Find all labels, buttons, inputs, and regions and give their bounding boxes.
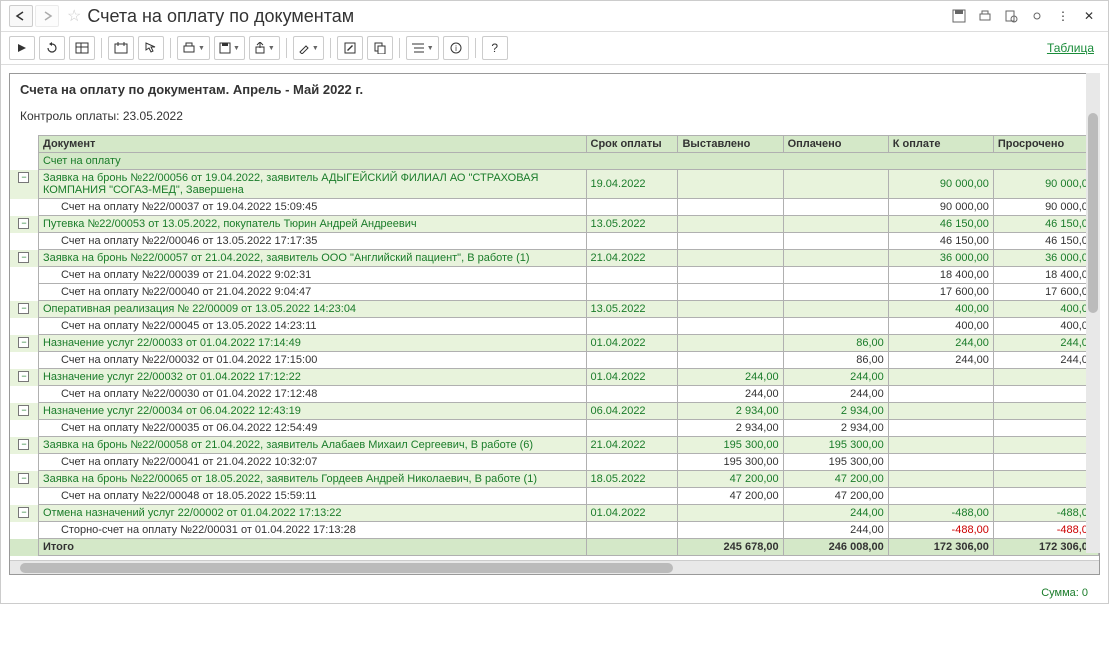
doc-cell: Заявка на бронь №22/00065 от 18.05.2022,… bbox=[38, 471, 586, 488]
table-row[interactable]: −Заявка на бронь №22/00058 от 21.04.2022… bbox=[10, 437, 1099, 454]
doc-cell: Счет на оплату №22/00032 от 01.04.2022 1… bbox=[38, 352, 586, 369]
table-row[interactable]: Счет на оплату №22/00039 от 21.04.2022 9… bbox=[10, 267, 1099, 284]
table-row[interactable]: −Заявка на бронь №22/00056 от 19.04.2022… bbox=[10, 170, 1099, 199]
table-row[interactable]: −Назначение услуг 22/00033 от 01.04.2022… bbox=[10, 335, 1099, 352]
doc-cell: Счет на оплату №22/00035 от 06.04.2022 1… bbox=[38, 420, 586, 437]
forward-button[interactable] bbox=[35, 5, 59, 27]
doc-cell: Сторно-счет на оплату №22/00031 от 01.04… bbox=[38, 522, 586, 539]
table-row[interactable]: Счет на оплату №22/00046 от 13.05.2022 1… bbox=[10, 233, 1099, 250]
group-button[interactable]: ▼ bbox=[406, 36, 439, 60]
total-overdue: 172 306,00 bbox=[993, 539, 1098, 556]
table-row[interactable]: Сторно-счет на оплату №22/00031 от 01.04… bbox=[10, 522, 1099, 539]
copy-button[interactable] bbox=[367, 36, 393, 60]
doc-cell: Назначение услуг 22/00033 от 01.04.2022 … bbox=[38, 335, 586, 352]
doc-cell: Счет на оплату №22/00041 от 21.04.2022 1… bbox=[38, 454, 586, 471]
settings-button[interactable] bbox=[69, 36, 95, 60]
total-label: Итого bbox=[38, 539, 586, 556]
table-row[interactable]: −Отмена назначений услуг 22/00002 от 01.… bbox=[10, 505, 1099, 522]
report-subtitle: Контроль оплаты: 23.05.2022 bbox=[20, 109, 1089, 123]
page-title: Счета на оплату по документам bbox=[87, 6, 948, 27]
table-row[interactable]: −Оперативная реализация № 22/00009 от 13… bbox=[10, 301, 1099, 318]
edit-button[interactable] bbox=[337, 36, 363, 60]
doc-cell: Оперативная реализация № 22/00009 от 13.… bbox=[38, 301, 586, 318]
doc-cell: Счет на оплату №22/00046 от 13.05.2022 1… bbox=[38, 233, 586, 250]
info-button[interactable]: i bbox=[443, 36, 469, 60]
doc-cell: Отмена назначений услуг 22/00002 от 01.0… bbox=[38, 505, 586, 522]
col-paid[interactable]: Оплачено bbox=[783, 136, 888, 153]
doc-cell: Счет на оплату №22/00048 от 18.05.2022 1… bbox=[38, 488, 586, 505]
export-button[interactable]: ▼ bbox=[249, 36, 280, 60]
doc-cell: Заявка на бронь №22/00057 от 21.04.2022,… bbox=[38, 250, 586, 267]
col-overdue[interactable]: Просрочено bbox=[993, 136, 1098, 153]
doc-cell: Счет на оплату №22/00040 от 21.04.2022 9… bbox=[38, 284, 586, 301]
doc-cell: Назначение услуг 22/00032 от 01.04.2022 … bbox=[38, 369, 586, 386]
table-row[interactable]: Счет на оплату №22/00030 от 01.04.2022 1… bbox=[10, 386, 1099, 403]
table-row[interactable]: −Заявка на бронь №22/00057 от 21.04.2022… bbox=[10, 250, 1099, 267]
doc-cell: Заявка на бронь №22/00058 от 21.04.2022,… bbox=[38, 437, 586, 454]
collapse-icon[interactable]: − bbox=[18, 507, 29, 518]
table-row[interactable]: −Назначение услуг 22/00034 от 06.04.2022… bbox=[10, 403, 1099, 420]
svg-text:i: i bbox=[455, 44, 457, 53]
col-due[interactable]: Срок оплаты bbox=[586, 136, 678, 153]
doc-cell: Счет на оплату №22/00039 от 21.04.2022 9… bbox=[38, 267, 586, 284]
table-row[interactable]: −Заявка на бронь №22/00065 от 18.05.2022… bbox=[10, 471, 1099, 488]
group-header: Счет на оплату bbox=[38, 153, 1098, 170]
table-row[interactable]: Счет на оплату №22/00032 от 01.04.2022 1… bbox=[10, 352, 1099, 369]
doc-cell: Заявка на бронь №22/00056 от 19.04.2022,… bbox=[38, 170, 586, 199]
vertical-scrollbar[interactable] bbox=[1086, 73, 1100, 553]
collapse-icon[interactable]: − bbox=[18, 337, 29, 348]
more-icon[interactable]: ⋮ bbox=[1052, 5, 1074, 27]
table-row[interactable]: −Назначение услуг 22/00032 от 01.04.2022… bbox=[10, 369, 1099, 386]
brush-button[interactable]: ▼ bbox=[293, 36, 324, 60]
favorite-icon[interactable]: ☆ bbox=[67, 6, 81, 26]
collapse-icon[interactable]: − bbox=[18, 303, 29, 314]
doc-cell: Счет на оплату №22/00030 от 01.04.2022 1… bbox=[38, 386, 586, 403]
run-button[interactable] bbox=[9, 36, 35, 60]
close-icon[interactable]: ✕ bbox=[1078, 5, 1100, 27]
help-button[interactable]: ? bbox=[482, 36, 508, 60]
table-row[interactable]: Счет на оплату №22/00040 от 21.04.2022 9… bbox=[10, 284, 1099, 301]
doc-cell: Счет на оплату №22/00045 от 13.05.2022 1… bbox=[38, 318, 586, 335]
collapse-icon[interactable]: − bbox=[18, 252, 29, 263]
collapse-icon[interactable]: − bbox=[18, 405, 29, 416]
report-table: Документ Срок оплаты Выставлено Оплачено… bbox=[10, 135, 1099, 556]
collapse-icon[interactable]: − bbox=[18, 218, 29, 229]
doc-cell: Путевка №22/00053 от 13.05.2022, покупат… bbox=[38, 216, 586, 233]
back-button[interactable] bbox=[9, 5, 33, 27]
preview-icon[interactable] bbox=[1000, 5, 1022, 27]
table-row[interactable]: Счет на оплату №22/00045 от 13.05.2022 1… bbox=[10, 318, 1099, 335]
collapse-icon[interactable]: − bbox=[18, 473, 29, 484]
collapse-icon[interactable]: − bbox=[18, 172, 29, 183]
table-row[interactable]: Счет на оплату №22/00035 от 06.04.2022 1… bbox=[10, 420, 1099, 437]
collapse-icon[interactable]: − bbox=[18, 371, 29, 382]
table-row[interactable]: Счет на оплату №22/00037 от 19.04.2022 1… bbox=[10, 199, 1099, 216]
horizontal-scrollbar[interactable] bbox=[10, 560, 1099, 574]
print-icon[interactable] bbox=[974, 5, 996, 27]
report-title: Счета на оплату по документам. Апрель - … bbox=[20, 82, 1089, 97]
table-row[interactable]: Счет на оплату №22/00048 от 18.05.2022 1… bbox=[10, 488, 1099, 505]
refresh-button[interactable] bbox=[39, 36, 65, 60]
table-row[interactable]: −Путевка №22/00053 от 13.05.2022, покупа… bbox=[10, 216, 1099, 233]
link-icon[interactable] bbox=[1026, 5, 1048, 27]
total-issued: 245 678,00 bbox=[678, 539, 783, 556]
status-bar: Сумма: 0 bbox=[1, 583, 1108, 603]
table-row[interactable]: Счет на оплату №22/00041 от 21.04.2022 1… bbox=[10, 454, 1099, 471]
print-button[interactable]: ▼ bbox=[177, 36, 210, 60]
select-button[interactable] bbox=[138, 36, 164, 60]
doc-cell: Счет на оплату №22/00037 от 19.04.2022 1… bbox=[38, 199, 586, 216]
period-button[interactable] bbox=[108, 36, 134, 60]
doc-cell: Назначение услуг 22/00034 от 06.04.2022 … bbox=[38, 403, 586, 420]
col-doc[interactable]: Документ bbox=[38, 136, 586, 153]
col-topay[interactable]: К оплате bbox=[888, 136, 993, 153]
table-link[interactable]: Таблица bbox=[1047, 41, 1100, 55]
total-paid: 246 008,00 bbox=[783, 539, 888, 556]
col-issued[interactable]: Выставлено bbox=[678, 136, 783, 153]
total-topay: 172 306,00 bbox=[888, 539, 993, 556]
save-icon[interactable] bbox=[948, 5, 970, 27]
save-button[interactable]: ▼ bbox=[214, 36, 245, 60]
report-box: Счета на оплату по документам. Апрель - … bbox=[9, 73, 1100, 575]
collapse-icon[interactable]: − bbox=[18, 439, 29, 450]
